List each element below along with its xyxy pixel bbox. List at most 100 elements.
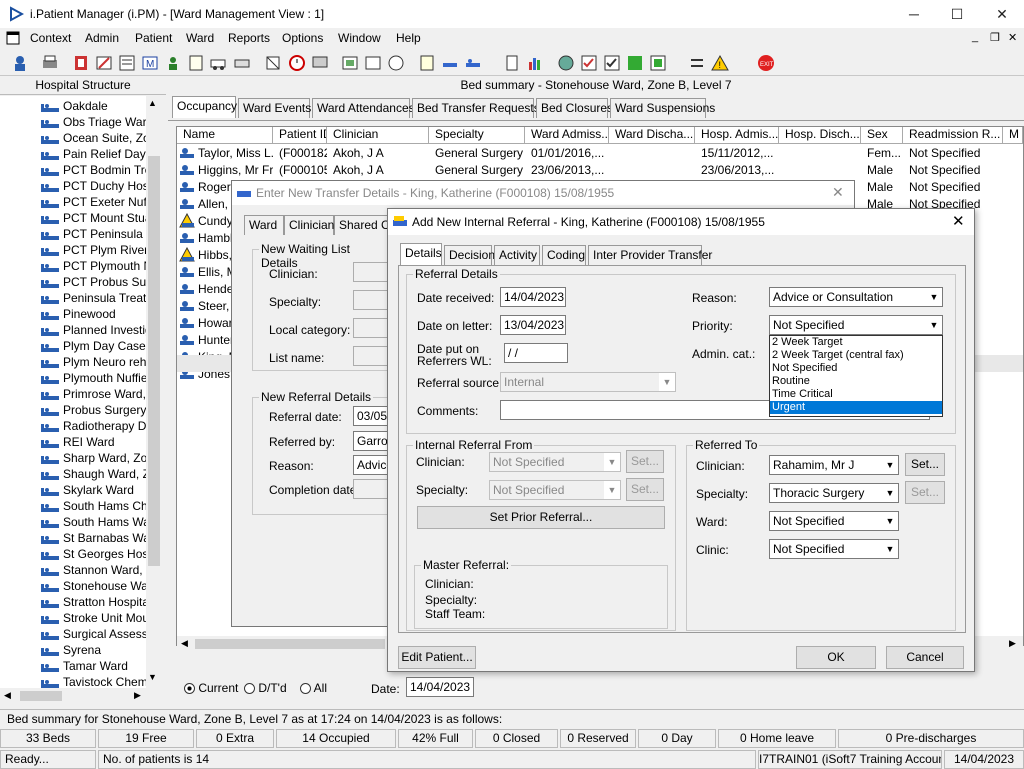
maximize-icon[interactable]: ☐ <box>947 4 967 24</box>
tree-item[interactable]: PCT Peninsula Tr <box>40 227 146 243</box>
scroll-up-icon[interactable]: ▲ <box>148 98 157 108</box>
print-icon[interactable] <box>40 53 60 73</box>
priority-option[interactable]: Urgent <box>770 401 942 414</box>
tree-scroll-thumb[interactable] <box>148 156 160 566</box>
transfer-tab-ward[interactable]: Ward <box>244 215 284 235</box>
referral-tab-details[interactable]: Details <box>400 243 442 265</box>
transfer-tab-shared-care[interactable]: Shared Ca <box>334 215 396 235</box>
grid-scroll-left-icon[interactable]: ◀ <box>181 638 188 649</box>
grid-column-header[interactable]: Sex <box>861 127 903 144</box>
referral-tab-inter-provider[interactable]: Inter Provider Transfer <box>588 245 712 265</box>
tree-item[interactable]: Skylark Ward <box>40 483 146 499</box>
priority-option[interactable]: 2 Week Target <box>770 336 942 349</box>
grid-column-header[interactable]: Specialty <box>429 127 525 144</box>
transfer-tab-clinician[interactable]: Clinician <box>284 215 334 235</box>
priority-option[interactable]: Not Specified <box>770 362 942 375</box>
edit-patient-button[interactable]: Edit Patient... <box>398 646 476 669</box>
tree-item[interactable]: Obs Triage Ward <box>40 115 146 131</box>
tree-item[interactable]: St Barnabas War <box>40 531 146 547</box>
globe-icon[interactable] <box>556 53 576 73</box>
scroll-right-icon[interactable]: ▶ <box>134 690 141 701</box>
menu-reports[interactable]: Reports <box>228 31 270 45</box>
mdi-minimize-icon[interactable]: _ <box>972 31 978 43</box>
radio-current[interactable]: Current <box>184 681 238 695</box>
checklist-icon[interactable] <box>579 53 599 73</box>
radio-all[interactable]: All <box>300 681 327 695</box>
tree-item[interactable]: Stratton Hospital <box>40 595 146 611</box>
user-icon[interactable] <box>163 53 183 73</box>
tree-item[interactable]: Sharp Ward, Zon <box>40 451 146 467</box>
tree-item[interactable]: Probus Surgery W <box>40 403 146 419</box>
bed-transfer-icon[interactable] <box>463 53 483 73</box>
grid-hscroll-thumb[interactable] <box>195 639 385 649</box>
ambulance-icon[interactable] <box>209 53 229 73</box>
tree-item[interactable]: Plymouth Nuffield <box>40 371 146 387</box>
tree-item[interactable]: Stannon Ward, Z <box>40 563 146 579</box>
menu-context[interactable]: Context <box>30 31 71 45</box>
tree-item[interactable]: Plym Neuro rehab <box>40 355 146 371</box>
grid-column-header[interactable]: Clinician <box>327 127 429 144</box>
patient-search-icon[interactable] <box>10 53 30 73</box>
to-specialty-set-button[interactable]: Set... <box>905 481 945 504</box>
tree-item[interactable]: Radiotherapy Day <box>40 419 146 435</box>
close-icon[interactable]: ✕ <box>992 4 1012 24</box>
tree-item[interactable]: REI Ward <box>40 435 146 451</box>
tree-item[interactable]: South Hams War <box>40 515 146 531</box>
filter-date-field[interactable]: 14/04/2023 <box>406 677 474 697</box>
from-specialty-set-button[interactable]: Set... <box>626 478 664 501</box>
tab-ward-events[interactable]: Ward Events <box>238 98 311 118</box>
tree-item[interactable]: PCT Duchy Hosp <box>40 179 146 195</box>
tree-item[interactable]: PCT Plymouth Nu <box>40 259 146 275</box>
monitor-icon[interactable] <box>310 53 330 73</box>
tab-ward-suspensions[interactable]: Ward Suspensions <box>610 98 715 118</box>
set-prior-referral-button[interactable]: Set Prior Referral... <box>417 506 665 529</box>
grid-column-header[interactable]: M <box>1003 127 1023 144</box>
date-letter-field[interactable]: 13/04/2023 <box>500 315 566 335</box>
tree-item[interactable]: Stroke Unit Mour <box>40 611 146 627</box>
tree-vscrollbar[interactable]: ▲ ▼ <box>146 96 162 688</box>
tree-item[interactable]: PCT Plym River F <box>40 243 146 259</box>
tree-item[interactable]: PCT Bodmin Trea <box>40 163 146 179</box>
date-received-field[interactable]: 14/04/2023 <box>500 287 566 307</box>
grid-column-header[interactable]: Ward Discha... <box>609 127 695 144</box>
referral-close-icon[interactable]: ✕ <box>952 212 965 230</box>
green-arrow-icon[interactable] <box>625 53 645 73</box>
bed-icon[interactable] <box>440 53 460 73</box>
mdi-restore-icon[interactable]: ❐ <box>990 31 1000 44</box>
tree-item[interactable]: Syrena <box>40 643 146 659</box>
tree-item[interactable]: PCT Probus Surg <box>40 275 146 291</box>
tree-hscroll-thumb[interactable] <box>20 691 62 701</box>
tree-item[interactable]: Pinewood <box>40 307 146 323</box>
screen-icon[interactable] <box>340 53 360 73</box>
cancel-button[interactable]: Cancel <box>886 646 964 669</box>
date-put-on-field[interactable]: / / <box>504 343 568 363</box>
record-icon[interactable] <box>71 53 91 73</box>
chart-icon[interactable] <box>363 53 383 73</box>
tab-bed-closures[interactable]: Bed Closures <box>536 98 613 118</box>
mail-icon[interactable]: M <box>140 53 160 73</box>
from-clinician-select[interactable]: Not Specified ▼ <box>489 452 621 472</box>
tree-item[interactable]: Stonehouse Ward <box>40 579 146 595</box>
page-icon[interactable] <box>502 53 522 73</box>
warning-icon[interactable]: ! <box>710 53 730 73</box>
tab-ward-attendances[interactable]: Ward Attendances <box>312 98 415 118</box>
tree-item[interactable]: Ocean Suite, Zon <box>40 131 146 147</box>
transport-icon[interactable] <box>232 53 252 73</box>
grid-column-header[interactable]: Ward Admiss... <box>525 127 609 144</box>
document-icon[interactable] <box>417 53 437 73</box>
menu-ward[interactable]: Ward <box>186 31 214 45</box>
check-doc-icon[interactable] <box>602 53 622 73</box>
menu-patient[interactable]: Patient <box>135 31 172 45</box>
referral-source-select[interactable]: Internal ▼ <box>500 372 676 392</box>
clock-icon[interactable] <box>287 53 307 73</box>
tree-item[interactable]: PCT Exeter Nuffie <box>40 195 146 211</box>
tree-item[interactable]: Planned Investiga <box>40 323 146 339</box>
tree-item[interactable]: St Georges Hosp <box>40 547 146 563</box>
green-check-icon[interactable] <box>648 53 668 73</box>
notes-icon[interactable] <box>186 53 206 73</box>
to-clinic-select[interactable]: Not Specified ▼ <box>769 539 899 559</box>
priority-select[interactable]: Not Specified ▼ <box>769 315 943 335</box>
tree-item[interactable]: Primrose Ward, Z <box>40 387 146 403</box>
grid-scroll-right-icon[interactable]: ▶ <box>1009 638 1016 649</box>
tree-item[interactable]: Tamar Ward <box>40 659 146 675</box>
